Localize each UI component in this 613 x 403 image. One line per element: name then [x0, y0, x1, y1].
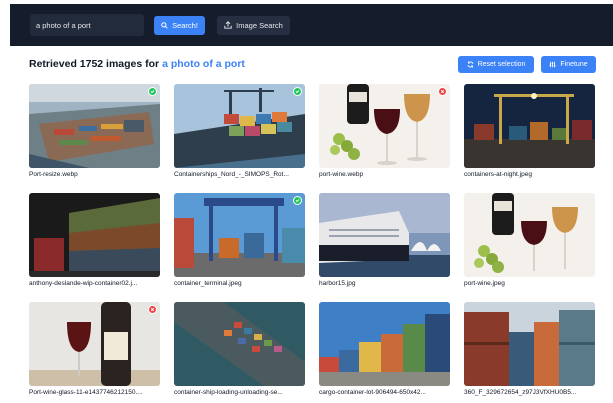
container-stack-photo: [29, 193, 160, 277]
finetune-button[interactable]: Finetune: [541, 56, 596, 73]
port-bottle-glass-photo: [29, 302, 160, 386]
image-thumbnail[interactable]: [319, 193, 450, 277]
image-filename: container-ship-loading-unloading-se...: [174, 389, 283, 396]
image-filename: Port-resize.webp: [29, 171, 78, 178]
image-filename: 360_F_329672654_z97J3VfXHU0B5...: [464, 389, 577, 396]
image-filename: container_terminal.jpeg: [174, 280, 242, 287]
image-thumbnail[interactable]: [319, 302, 450, 386]
containership-photo: [174, 84, 305, 168]
results-count-text: Retrieved 1752 images for: [29, 58, 163, 70]
search-input-value: a photo of a port: [36, 20, 91, 30]
port-aerial-photo: [29, 84, 160, 168]
refresh-icon: [467, 61, 474, 68]
reset-selection-button[interactable]: Reset selection: [458, 56, 534, 73]
search-icon: [161, 21, 168, 29]
image-card[interactable]: container-ship-loading-unloading-se...: [174, 302, 305, 396]
rejected-x-icon[interactable]: [438, 87, 447, 96]
image-filename: harbor15.jpg: [319, 280, 356, 287]
image-card[interactable]: harbor15.jpg: [319, 193, 450, 287]
image-thumbnail[interactable]: [174, 84, 305, 168]
image-card[interactable]: containers-at-night.jpeg: [464, 84, 595, 178]
image-filename: containers-at-night.jpeg: [464, 171, 532, 178]
containers-night-photo: [464, 84, 595, 168]
search-button[interactable]: Search!: [154, 15, 205, 35]
container-terminal-photo: [174, 193, 305, 277]
image-search-label: Image Search: [236, 20, 283, 30]
image-filename: Port-wine-glass-11-e1437746212150....: [29, 389, 143, 396]
image-thumbnail[interactable]: [29, 84, 160, 168]
image-filename: cargo-container-lot-906494-650x42...: [319, 389, 426, 396]
image-card[interactable]: Port-wine-glass-11-e1437746212150....: [29, 302, 160, 396]
image-search-button[interactable]: Image Search: [217, 15, 290, 35]
image-card[interactable]: container_terminal.jpeg: [174, 193, 305, 287]
reset-selection-label: Reset selection: [477, 61, 526, 68]
search-button-label: Search!: [172, 20, 198, 30]
container-rows-photo: [464, 302, 595, 386]
image-thumbnail[interactable]: [174, 193, 305, 277]
image-thumbnail[interactable]: [174, 302, 305, 386]
rejected-x-icon[interactable]: [148, 305, 157, 314]
image-thumbnail[interactable]: [29, 302, 160, 386]
selected-check-icon[interactable]: [293, 87, 302, 96]
selected-check-icon[interactable]: [293, 196, 302, 205]
image-card[interactable]: Port-resize.webp: [29, 84, 160, 178]
image-card[interactable]: cargo-container-lot-906494-650x42...: [319, 302, 450, 396]
image-card[interactable]: anthony-deslande-wip-container02.j...: [29, 193, 160, 287]
upload-icon: [224, 21, 232, 29]
image-grid: Port-resize.webp Containerships_Nord_-_S…: [29, 84, 595, 396]
port-wine-photo: [319, 84, 450, 168]
ship-loading-aerial-photo: [174, 302, 305, 386]
image-filename: port-wine.jpeg: [464, 280, 505, 287]
results-query-text: a photo of a port: [162, 58, 245, 70]
image-filename: Containerships_Nord_-_SIMOPS_Rot...: [174, 171, 289, 178]
selected-check-icon[interactable]: [148, 87, 157, 96]
image-card[interactable]: port-wine.jpeg: [464, 193, 595, 287]
image-filename: anthony-deslande-wip-container02.j...: [29, 280, 138, 287]
search-input[interactable]: a photo of a port: [30, 14, 144, 36]
port-wine-glasses-photo: [464, 193, 595, 277]
top-search-bar: a photo of a port Search! Image Search: [10, 4, 613, 46]
image-thumbnail[interactable]: [29, 193, 160, 277]
image-filename: port-wine.webp: [319, 171, 364, 178]
harbor-cruise-ship-photo: [319, 193, 450, 277]
image-card[interactable]: 360_F_329672654_z97J3VfXHU0B5...: [464, 302, 595, 396]
results-heading: Retrieved 1752 images for a photo of a p…: [29, 58, 245, 70]
image-thumbnail[interactable]: [319, 84, 450, 168]
container-lot-photo: [319, 302, 450, 386]
image-thumbnail[interactable]: [464, 302, 595, 386]
finetune-label: Finetune: [560, 61, 588, 68]
image-thumbnail[interactable]: [464, 84, 595, 168]
sliders-icon: [549, 61, 556, 68]
image-card[interactable]: Containerships_Nord_-_SIMOPS_Rot...: [174, 84, 305, 178]
image-thumbnail[interactable]: [464, 193, 595, 277]
image-card[interactable]: port-wine.webp: [319, 84, 450, 178]
